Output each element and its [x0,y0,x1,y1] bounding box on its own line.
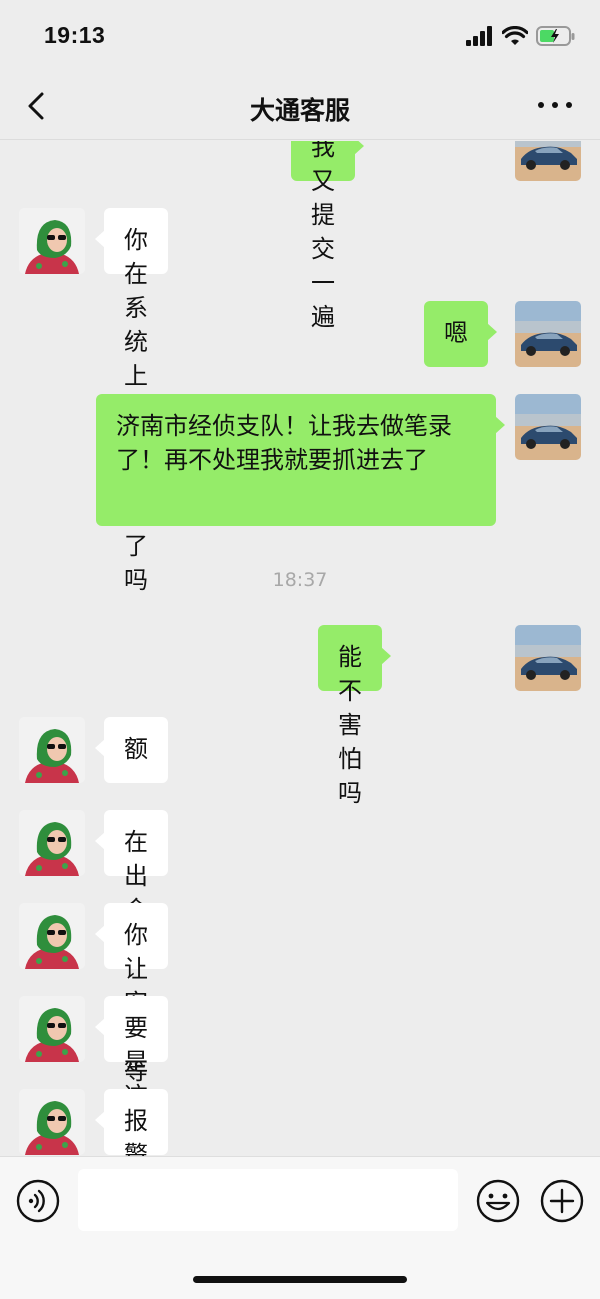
person-avatar-icon [19,996,85,1062]
voice-icon[interactable] [16,1179,60,1223]
more-icon[interactable] [538,102,572,110]
avatar-other[interactable] [19,208,85,274]
person-avatar-icon [19,208,85,274]
emoji-icon[interactable] [476,1179,520,1223]
avatar-other[interactable] [19,810,85,876]
car-avatar-icon [515,625,581,691]
chat-title: 大通客服 [249,96,350,125]
status-bar: 19:13 [0,0,600,72]
person-avatar-icon [19,717,85,783]
plus-icon[interactable] [540,1179,584,1223]
chat-timestamp: 18:37 [272,569,328,591]
wifi-icon [502,26,528,45]
avatar-self[interactable] [515,141,581,181]
message-bubble-self[interactable]: 嗯 [424,301,497,367]
person-avatar-icon [19,903,85,969]
avatar-self[interactable] [515,625,581,691]
avatar-self[interactable] [515,394,581,460]
message-bubble-self[interactable]: 能不害怕吗 [318,625,391,807]
message-bubble-other[interactable]: 你在系统上申请出金了吗 [95,208,168,594]
message-bubble-self[interactable]: 济南市经侦支队！让我去做笔录了！再不处理我就要抓进去了 [96,394,505,526]
person-avatar-icon [19,1089,85,1155]
avatar-other[interactable] [19,903,85,969]
message-input[interactable] [78,1169,458,1231]
avatar-other[interactable] [19,996,85,1062]
battery-icon [536,26,575,46]
car-avatar-icon [515,394,581,460]
status-time: 19:13 [44,22,106,48]
message-bubble-self[interactable]: 我又提交一遍 [291,141,364,331]
avatar-other[interactable] [19,1089,85,1155]
message-bubble-other[interactable]: 额 [95,717,168,783]
message-bubble-other[interactable]: 在出金牙 [95,810,168,958]
person-avatar-icon [19,810,85,876]
chat-history[interactable]: 我又提交一遍 你在系统上申请出金了吗 [0,141,600,1156]
home-indicator [193,1276,407,1283]
avatar-other[interactable] [19,717,85,783]
status-icons [466,24,576,48]
message-bubble-other[interactable]: 报警有什么用 大通是有监管的 [95,1089,168,1156]
nav-bar: 大通客服 [0,72,600,140]
avatar-self[interactable] [515,301,581,367]
signal-icon [466,26,492,46]
message-bubble-other[interactable]: 你让客户等等 [95,903,168,1119]
car-avatar-icon [515,301,581,367]
car-avatar-icon [515,141,581,181]
message-bubble-other[interactable]: 要是这个星期没有动静 再说 [95,996,168,1156]
